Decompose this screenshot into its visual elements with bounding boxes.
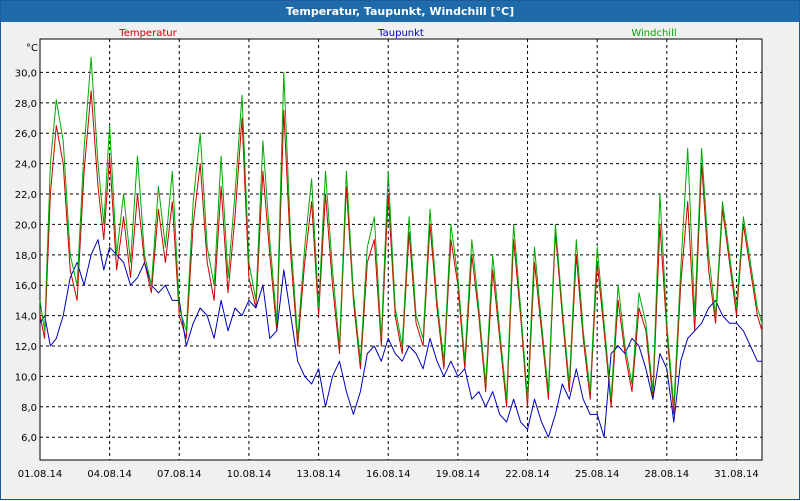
legend: Temperatur Taupunkt Windchill: [118, 28, 676, 39]
x-tick-label: 07.08.14: [157, 469, 202, 480]
legend-taupunkt: Taupunkt: [377, 28, 424, 39]
x-tick-label: 16.08.14: [366, 469, 411, 480]
y-tick-label: 18,0: [15, 251, 37, 262]
chart-window: Temperatur, Taupunkt, Windchill [°C] °C …: [0, 0, 800, 500]
x-tick-label: 28.08.14: [645, 469, 690, 480]
y-tick-label: 26,0: [15, 129, 37, 140]
y-tick-label: 24,0: [15, 160, 37, 171]
x-tick-label: 31.08.14: [714, 469, 759, 480]
legend-temperatur: Temperatur: [118, 28, 177, 39]
x-tick-label: 04.08.14: [87, 469, 132, 480]
y-tick-label: 12,0: [15, 342, 37, 353]
x-tick-label: 22.08.14: [505, 469, 550, 480]
y-tick-label: 14,0: [15, 312, 37, 323]
y-axis-unit-label: °C: [26, 43, 38, 54]
x-tick-label: 10.08.14: [227, 469, 272, 480]
legend-windchill: Windchill: [631, 28, 676, 39]
y-tick-label: 20,0: [15, 220, 37, 231]
y-tick-label: 8,0: [21, 403, 37, 414]
y-tick-label: 22,0: [15, 190, 37, 201]
x-tick-label: 01.08.14: [18, 469, 63, 480]
y-tick-label: 10,0: [15, 372, 37, 383]
y-tick-label: 30,0: [15, 68, 37, 79]
y-tick-label: 6,0: [21, 433, 37, 444]
x-tick-label: 25.08.14: [575, 469, 620, 480]
y-tick-label: 28,0: [15, 99, 37, 110]
x-tick-label: 19.08.14: [436, 469, 481, 480]
chart: °C 6,0 8,0 10,0 12,0 14,0 16,0 18,0 20,0 22,0 24,…: [15, 28, 763, 480]
x-tick-label: 13.08.14: [296, 469, 341, 480]
y-tick-label: 16,0: [15, 281, 37, 292]
